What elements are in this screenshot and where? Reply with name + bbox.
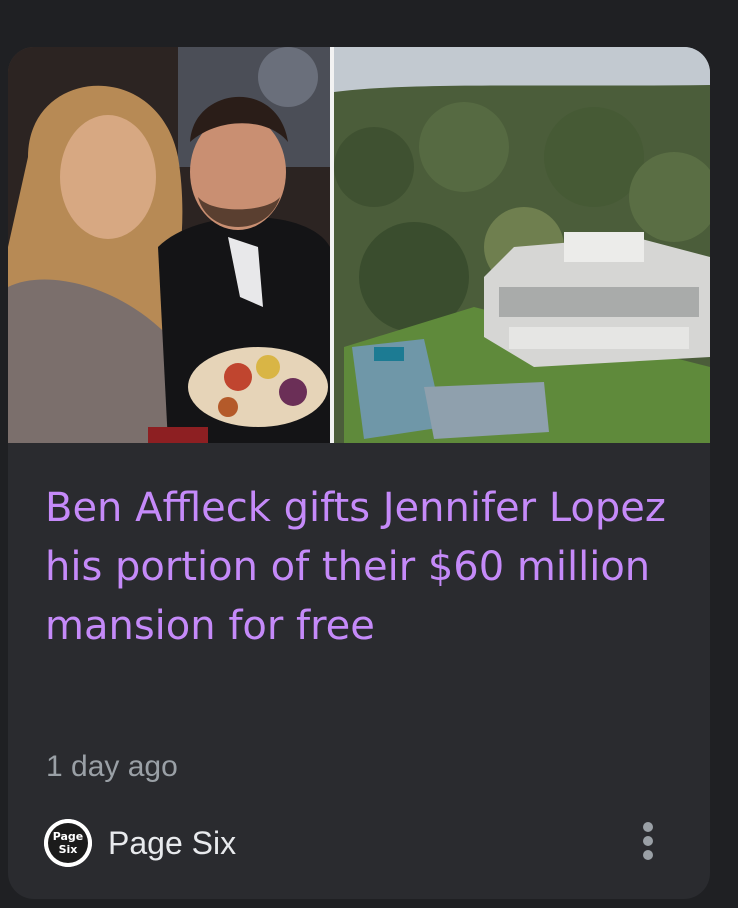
page-six-logo-icon: Page Six (44, 819, 92, 867)
source-name: Page Six (108, 824, 237, 861)
timestamp: 1 day ago (46, 750, 178, 783)
source: Page Six Page Six (44, 819, 236, 867)
news-card[interactable]: Ben Affleck gifts Jennifer Lopez his por… (8, 47, 710, 899)
mansion-photo (334, 47, 710, 443)
more-vert-icon[interactable] (634, 817, 662, 865)
news-thumbnail[interactable] (8, 47, 710, 443)
headline[interactable]: Ben Affleck gifts Jennifer Lopez his por… (45, 479, 675, 656)
logo-text-bottom: Six (59, 843, 78, 856)
couple-photo (8, 47, 330, 443)
logo-text-top: Page (53, 830, 84, 843)
